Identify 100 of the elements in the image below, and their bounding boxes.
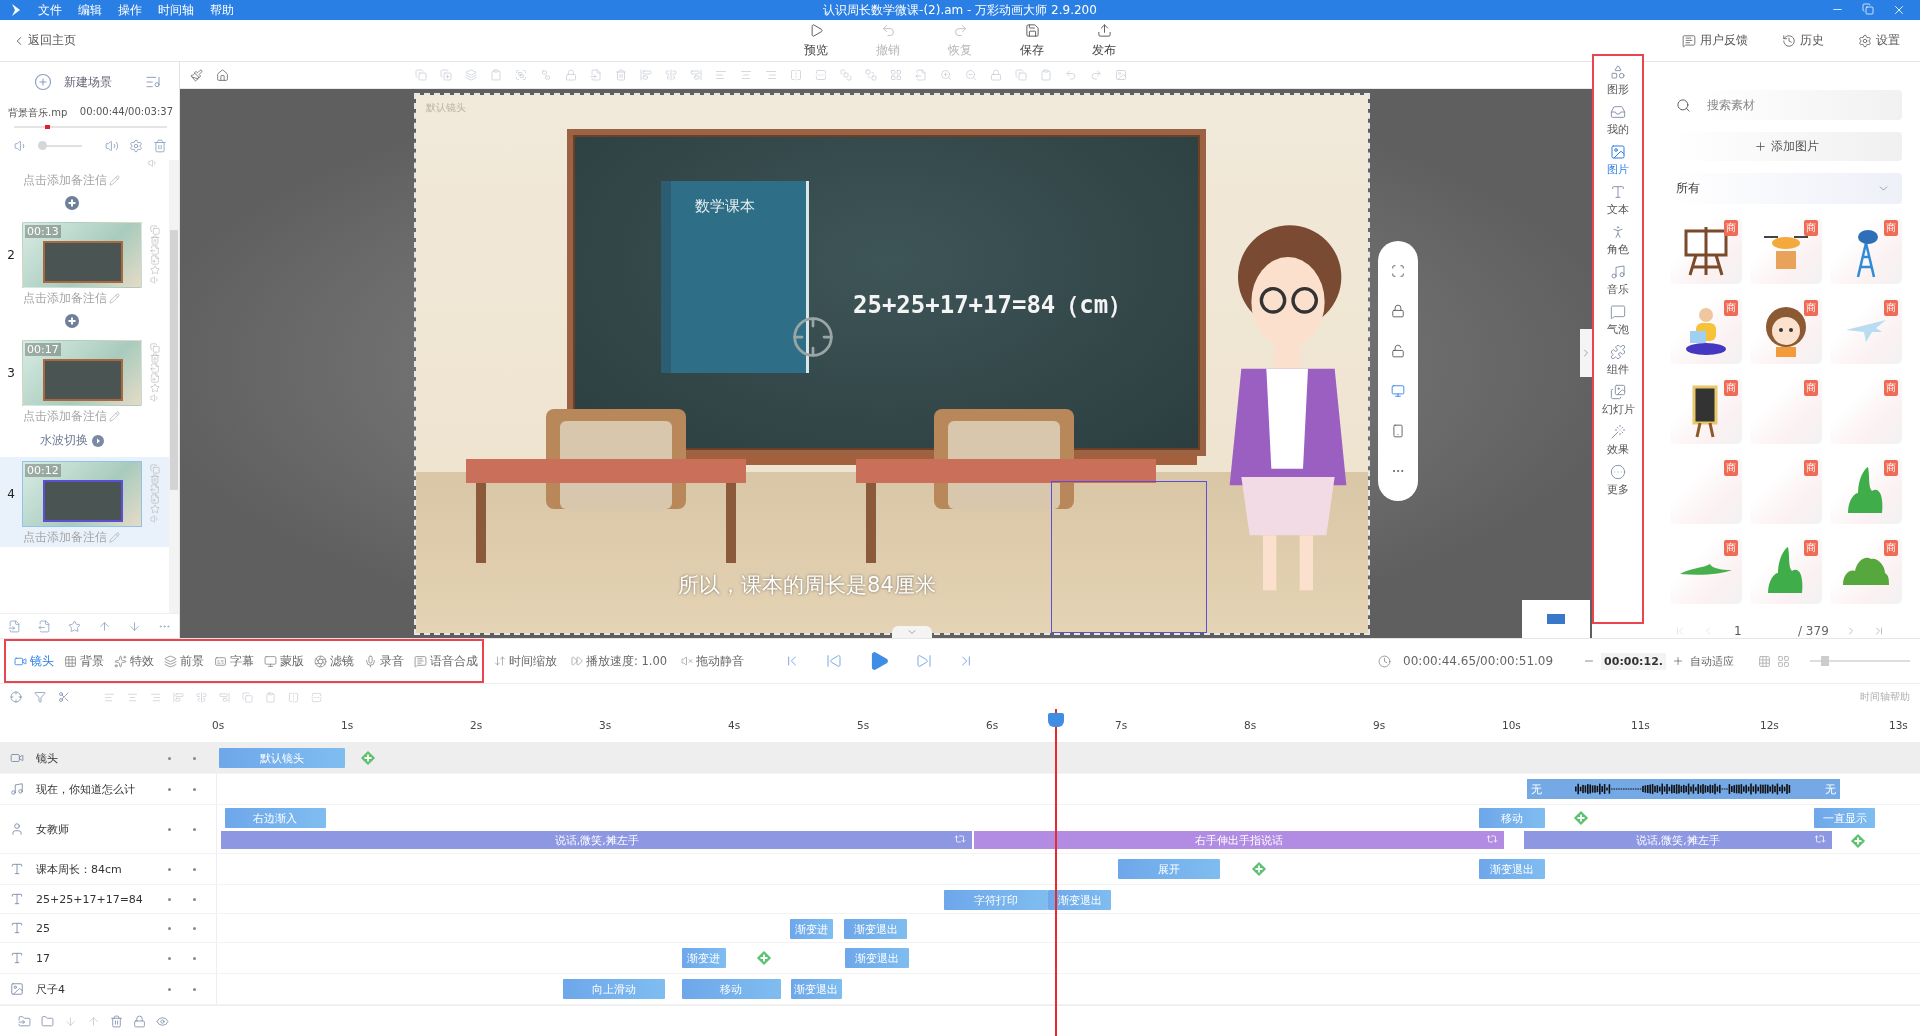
menu-item[interactable]: 帮助 <box>210 1 234 19</box>
animation-clip[interactable]: 向上滑动 <box>562 979 665 999</box>
tool-tab[interactable]: 语音合成 <box>414 653 478 669</box>
tool-tab[interactable]: 特效 <box>114 653 154 669</box>
category-tab[interactable]: 角色 <box>1607 224 1630 257</box>
track-name[interactable]: 尺子4 <box>36 981 146 997</box>
tool-tab[interactable]: 滤镜 <box>314 653 354 669</box>
asset-tile[interactable]: 商 <box>1830 298 1902 364</box>
category-tab[interactable]: 图片 <box>1607 144 1630 177</box>
scene-item[interactable]: 2 00:13 点击添加备注信 <box>0 218 169 308</box>
asset-tile[interactable]: 商 <box>1670 378 1742 444</box>
scene-thumbnail[interactable]: 00:17 <box>22 340 142 406</box>
timeline-option[interactable]: 拖动静音 <box>681 653 745 669</box>
asset-tile[interactable]: 商 <box>1670 458 1742 524</box>
tool-tab[interactable]: 蒙版 <box>264 653 304 669</box>
timeline-option[interactable]: 时间缩放 <box>494 653 557 669</box>
scene-note[interactable]: 点击添加备注信 <box>23 173 107 188</box>
toolbar-button[interactable]: 预览 <box>798 21 834 60</box>
asset-tile[interactable]: 商 <box>1750 538 1822 604</box>
asset-tile[interactable]: 商 <box>1670 298 1742 364</box>
action-clip[interactable]: 说话,微笑,摊左手 <box>1524 831 1832 849</box>
animation-clip[interactable]: 字符打印 <box>943 890 1048 910</box>
category-tab[interactable]: 气泡 <box>1607 304 1630 337</box>
animation-clip[interactable]: 渐变退出 <box>844 919 908 939</box>
scene-note[interactable]: 点击添加备注信 <box>23 409 107 424</box>
category-tab[interactable]: 音乐 <box>1607 264 1630 297</box>
animation-clip[interactable]: 渐变退出 <box>845 948 909 968</box>
blackboard[interactable]: 数学课本 25+25+17+17=84（cm） <box>567 129 1206 456</box>
tool-tab[interactable]: 录音 <box>364 653 404 669</box>
transition-label[interactable]: 水波切换 <box>39 432 88 449</box>
zoom-field[interactable]: 00:00:12. <box>1601 652 1666 670</box>
menu-item[interactable]: 操作 <box>118 1 142 19</box>
category-tab[interactable]: 我的 <box>1607 104 1630 137</box>
timeline-option[interactable]: 播放速度: 1.00 <box>571 653 668 669</box>
animation-clip[interactable]: 渐变进 <box>790 919 833 939</box>
scene-thumbnail[interactable]: 00:12 <box>22 461 142 527</box>
asset-tile[interactable]: 商 <box>1830 218 1902 284</box>
scene-item[interactable]: 3 00:17 点击添加备注信 <box>0 336 169 426</box>
category-tab[interactable]: 效果 <box>1607 424 1630 457</box>
commercial-badge: 商 <box>1804 380 1818 396</box>
action-clip[interactable]: 右手伸出手指说话 <box>974 831 1504 849</box>
time-ruler[interactable]: 0s 1s 2s 3s 4s 5s 6s 7s 8s 9s 10s 11s 12s 13s <box>206 710 1920 742</box>
timeline-help-link[interactable]: 时间轴帮助 <box>1860 690 1910 704</box>
category-tab[interactable]: 幻灯片 <box>1601 384 1635 417</box>
asset-tile[interactable]: 商 <box>1670 218 1742 284</box>
track-name[interactable]: 课本周长：84cm <box>36 861 146 877</box>
toolbar-button[interactable]: 发布 <box>1086 21 1122 60</box>
animation-clip[interactable]: 右边渐入 <box>225 808 326 828</box>
equation-text[interactable]: 25+25+17+17=84（cm） <box>853 289 1133 321</box>
back-link[interactable]: 返回主页 <box>6 31 82 51</box>
animation-clip[interactable]: 展开 <box>1117 859 1220 879</box>
header-button[interactable]: 用户反馈 <box>1676 31 1754 51</box>
animation-clip[interactable]: 默认镜头 <box>218 748 345 768</box>
toolbar-button[interactable]: 保存 <box>1014 21 1050 60</box>
scene-item[interactable]: 4 00:12 点击添加备注信 <box>0 457 169 547</box>
tool-tab[interactable]: 字幕 <box>214 653 254 669</box>
scene-thumbnail[interactable]: 00:13 <box>22 222 142 288</box>
asset-tile[interactable]: 商 <box>1830 378 1902 444</box>
animation-clip[interactable]: 移动 <box>1478 808 1545 828</box>
scene-note[interactable]: 点击添加备注信 <box>23 291 107 306</box>
menu-item[interactable]: 文件 <box>38 1 62 19</box>
track-name[interactable]: 25+25+17+17=84 <box>36 892 146 906</box>
scene-duration: 00:17 <box>25 343 61 356</box>
animation-clip[interactable]: 渐变退出 <box>1048 890 1112 910</box>
track-name[interactable]: 17 <box>36 951 146 965</box>
auto-fit-label[interactable]: 自动适应 <box>1690 653 1734 669</box>
asset-tile[interactable]: 商 <box>1750 218 1822 284</box>
track-name[interactable]: 女教师 <box>36 821 146 837</box>
book-drawing[interactable]: 数学课本 <box>661 181 809 373</box>
menu-item[interactable]: 编辑 <box>78 1 102 19</box>
asset-tile[interactable]: 商 <box>1830 458 1902 524</box>
animation-clip[interactable]: 渐变退出 <box>791 979 842 999</box>
category-tab[interactable]: 组件 <box>1607 344 1630 377</box>
category-tab[interactable]: 图形 <box>1607 64 1630 97</box>
audio-clip[interactable]: 无 无 <box>1526 779 1841 799</box>
tool-tab[interactable]: 背景 <box>64 653 104 669</box>
track-name[interactable]: 25 <box>36 921 146 935</box>
asset-tile[interactable]: 商 <box>1750 458 1822 524</box>
asset-tile[interactable]: 商 <box>1750 298 1822 364</box>
tool-tab[interactable]: 前景 <box>164 653 204 669</box>
scene-note[interactable]: 点击添加备注信 <box>23 530 107 545</box>
category-tab[interactable]: 文本 <box>1607 184 1630 217</box>
action-clip[interactable]: 说话,微笑,摊左手 <box>221 831 973 849</box>
category-tab[interactable]: 更多 <box>1607 464 1630 497</box>
track-name[interactable]: 镜头 <box>36 750 146 766</box>
asset-tile[interactable]: 商 <box>1670 538 1742 604</box>
header-button[interactable]: 设置 <box>1852 31 1906 51</box>
animation-clip[interactable]: 移动 <box>681 979 781 999</box>
menu-item[interactable]: 时间轴 <box>158 1 194 19</box>
animation-clip[interactable]: 渐变退出 <box>1478 859 1545 879</box>
track-name[interactable]: 现在，你知道怎么计 <box>36 781 146 797</box>
new-scene-button[interactable]: 新建场景 <box>28 72 118 92</box>
page-field[interactable]: 1 <box>1730 624 1782 638</box>
tool-tab[interactable]: 镜头 <box>14 653 54 669</box>
header-button[interactable]: 历史 <box>1776 31 1830 51</box>
asset-tile[interactable]: 商 <box>1750 378 1822 444</box>
animation-clip[interactable]: 一直显示 <box>1814 808 1875 828</box>
scene-item[interactable]: 点击添加备注信 <box>0 160 169 190</box>
animation-clip[interactable]: 渐变进 <box>681 948 726 968</box>
asset-tile[interactable]: 商 <box>1830 538 1902 604</box>
